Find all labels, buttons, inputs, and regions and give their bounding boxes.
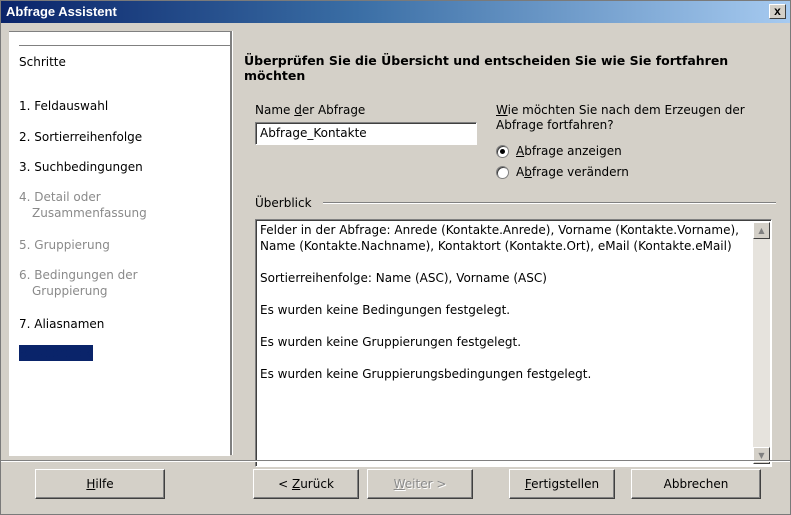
step-sort-order[interactable]: 2. Sortierreihenfolge — [19, 129, 142, 145]
radio-show-query[interactable] — [496, 145, 509, 158]
help-button[interactable]: Hilfe — [35, 469, 165, 499]
step-grouping-conditions: 6. Bedingungen der Gruppierung — [19, 267, 138, 299]
query-name-input[interactable]: Abfrage_Kontakte — [255, 122, 477, 145]
radio-selected-dot — [500, 149, 505, 154]
steps-divider — [19, 45, 230, 46]
title-bar: Abfrage Assistent x — [1, 1, 790, 23]
overview-textarea[interactable]: Felder in der Abfrage: Anrede (Kontakte.… — [255, 219, 772, 467]
page-heading: Überprüfen Sie die Übersicht und entsche… — [244, 53, 729, 83]
step-detail-summary-line1: 4. Detail oder — [19, 190, 101, 204]
next-button: Weiter > — [367, 469, 473, 499]
step-search-conditions[interactable]: 3. Suchbedingungen — [19, 159, 143, 175]
close-button[interactable]: x — [769, 4, 786, 19]
overview-group-line — [323, 202, 776, 204]
cancel-button[interactable]: Abbrechen — [631, 469, 761, 499]
steps-panel: Schritte 1. Feldauswahl 2. Sortierreihen… — [9, 31, 230, 456]
overview-text: Felder in der Abfrage: Anrede (Kontakte.… — [260, 223, 739, 381]
step-alias-names[interactable]: 7. Aliasnamen — [19, 316, 104, 332]
steps-title: Schritte — [19, 55, 66, 69]
step-field-selection[interactable]: 1. Feldauswahl — [19, 98, 108, 114]
window-title: Abfrage Assistent — [6, 4, 117, 19]
radio-modify-query[interactable] — [496, 166, 509, 179]
overview-label: Überblick — [255, 196, 312, 210]
query-name-label: Name der Abfrage — [255, 103, 366, 117]
back-button[interactable]: < Zurück — [253, 469, 359, 499]
step-grouping: 5. Gruppierung — [19, 238, 110, 252]
radio-modify-query-label[interactable]: Abfrage verändern — [516, 165, 629, 180]
step-grouping-conditions-line2: Gruppierung — [32, 284, 108, 298]
step-overview[interactable]: 8. Überblick — [19, 345, 93, 361]
step-detail-summary: 4. Detail oder Zusammenfassung — [19, 189, 147, 221]
scroll-track[interactable] — [753, 239, 770, 447]
finish-button[interactable]: Fertigstellen — [509, 469, 615, 499]
scroll-up-icon[interactable]: ▲ — [753, 222, 770, 239]
step-detail-summary-line2: Zusammenfassung — [32, 206, 147, 220]
vertical-scrollbar[interactable]: ▲ ▼ — [753, 222, 770, 464]
main-content: Überprüfen Sie die Übersicht und entsche… — [233, 31, 786, 467]
step-grouping-conditions-line1: 6. Bedingungen der — [19, 268, 138, 282]
continue-question-label: Wie möchten Sie nach dem Erzeugen der Ab… — [496, 103, 745, 132]
button-row-divider — [1, 460, 790, 462]
radio-show-query-label[interactable]: Abfrage anzeigen — [516, 144, 622, 159]
query-wizard-window: Abfrage Assistent x Schritte 1. Feldausw… — [0, 0, 791, 515]
